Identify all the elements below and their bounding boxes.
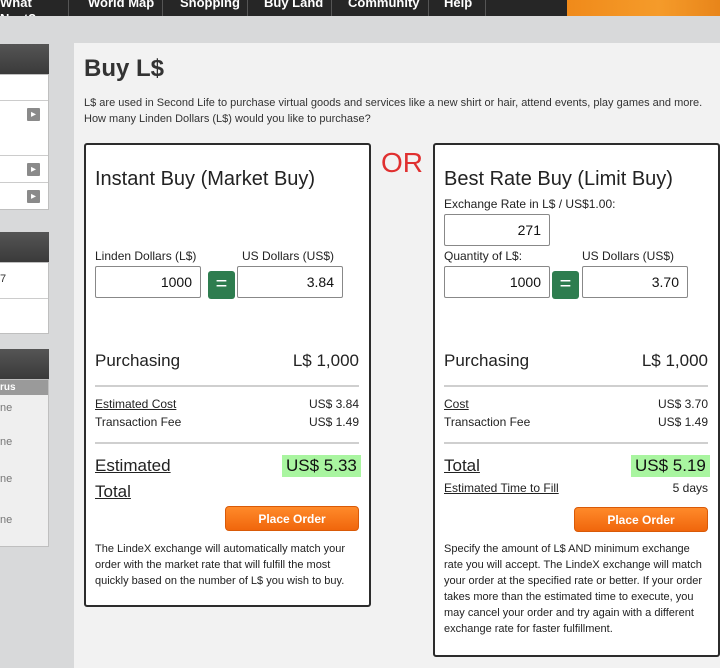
page-intro: L$ are used in Second Life to purchase v… (84, 97, 703, 125)
nav-community[interactable]: Community (332, 0, 429, 16)
place-order-button[interactable]: Place Order (574, 507, 708, 532)
equals-icon: = (208, 271, 235, 299)
sidebar-value: 7 (0, 273, 7, 285)
qty-label: Quantity of L$: (444, 249, 523, 263)
sidebar-item-text[interactable]: ne (0, 473, 12, 485)
nav-accent-banner (567, 0, 720, 16)
sidebar-item[interactable]: ▸ (0, 155, 48, 182)
qty-input[interactable]: 1000 (444, 266, 550, 298)
fee-value: US$ 1.49 (657, 415, 708, 429)
sidebar-header-1 (0, 44, 49, 74)
sidebar-panel-3: rus ne ne ne ne (0, 379, 49, 547)
nav-what-next[interactable]: What Next? (0, 0, 69, 16)
estimated-total-link[interactable]: Estimated Total (95, 453, 171, 505)
sidebar-header-3 (0, 349, 49, 379)
place-order-button[interactable]: Place Order (225, 506, 359, 531)
estimated-total-label-2: Total (95, 482, 131, 501)
top-nav: What Next? World Map Shopping Buy Land C… (0, 0, 720, 16)
nav-world-map[interactable]: World Map (70, 0, 163, 16)
sidebar-item-text[interactable]: ne (0, 514, 12, 526)
nav-shopping[interactable]: Shopping (163, 0, 248, 16)
nav-buy-land[interactable]: Buy Land (248, 0, 332, 16)
main-panel: Buy L$ L$ are used in Second Life to pur… (74, 43, 720, 668)
estimated-cost-value: US$ 3.84 (308, 397, 359, 411)
fee-label: Transaction Fee (95, 415, 182, 429)
purchasing-label: Purchasing (444, 351, 530, 370)
divider (444, 442, 708, 444)
us-label: US Dollars (US$) (242, 249, 335, 263)
limit-buy-title: Best Rate Buy (Limit Buy) (444, 168, 673, 190)
total-value: US$ 5.33 (282, 455, 361, 477)
us-amount-input[interactable]: 3.84 (237, 266, 343, 298)
sidebar-divider (0, 298, 48, 299)
chevron-right-icon[interactable]: ▸ (27, 163, 40, 176)
instant-description: The LindeX exchange will automatically m… (95, 543, 346, 587)
rate-input[interactable]: 271 (444, 214, 550, 246)
estimated-total-label-1: Estimated (95, 456, 171, 475)
sidebar-header-2 (0, 232, 49, 262)
sidebar-item-text[interactable]: ne (0, 402, 12, 414)
sidebar-item-text[interactable]: ne (0, 436, 12, 448)
sidebar-panel-1: ▸ ▸ ▸ (0, 74, 49, 210)
purchasing-value: L$ 1,000 (292, 351, 359, 370)
total-link[interactable]: Total (444, 453, 480, 479)
fee-value: US$ 1.49 (308, 415, 359, 429)
purchasing-label: Purchasing (95, 351, 181, 370)
divider (444, 385, 708, 387)
ld-amount-input[interactable]: 1000 (95, 266, 201, 298)
estimated-cost-link[interactable]: Estimated Cost (95, 397, 176, 411)
cost-value: US$ 3.70 (657, 397, 708, 411)
equals-icon: = (552, 271, 579, 299)
cost-link[interactable]: Cost (444, 397, 469, 411)
sidebar-section-label: rus (0, 380, 48, 395)
sidebar-panel-2: 7 (0, 262, 49, 334)
instant-buy-title: Instant Buy (Market Buy) (95, 168, 316, 190)
estimated-time-value: 5 days (672, 481, 708, 495)
limit-description: Specify the amount of L$ AND minimum exc… (444, 543, 703, 635)
nav-help[interactable]: Help (429, 0, 486, 16)
divider (95, 385, 359, 387)
page-title: Buy L$ (84, 55, 165, 82)
estimated-time-link[interactable]: Estimated Time to Fill (444, 481, 559, 495)
purchasing-value: L$ 1,000 (641, 351, 708, 370)
or-separator: OR (381, 147, 423, 178)
us-label: US Dollars (US$) (582, 249, 675, 263)
rate-label: Exchange Rate in L$ / US$1.00: (444, 197, 616, 211)
ld-label: Linden Dollars (L$) (95, 249, 197, 263)
divider (95, 442, 359, 444)
us-amount-input[interactable]: 3.70 (582, 266, 688, 298)
fee-label: Transaction Fee (444, 415, 531, 429)
sidebar-item[interactable]: ▸ (0, 100, 48, 127)
sidebar-item[interactable]: ▸ (0, 182, 48, 209)
instant-buy-card: Instant Buy (Market Buy) Linden Dollars … (84, 143, 371, 607)
chevron-right-icon[interactable]: ▸ (27, 108, 40, 121)
limit-buy-card: Best Rate Buy (Limit Buy) Exchange Rate … (433, 143, 720, 657)
chevron-right-icon[interactable]: ▸ (27, 190, 40, 203)
total-value: US$ 5.19 (631, 455, 710, 477)
